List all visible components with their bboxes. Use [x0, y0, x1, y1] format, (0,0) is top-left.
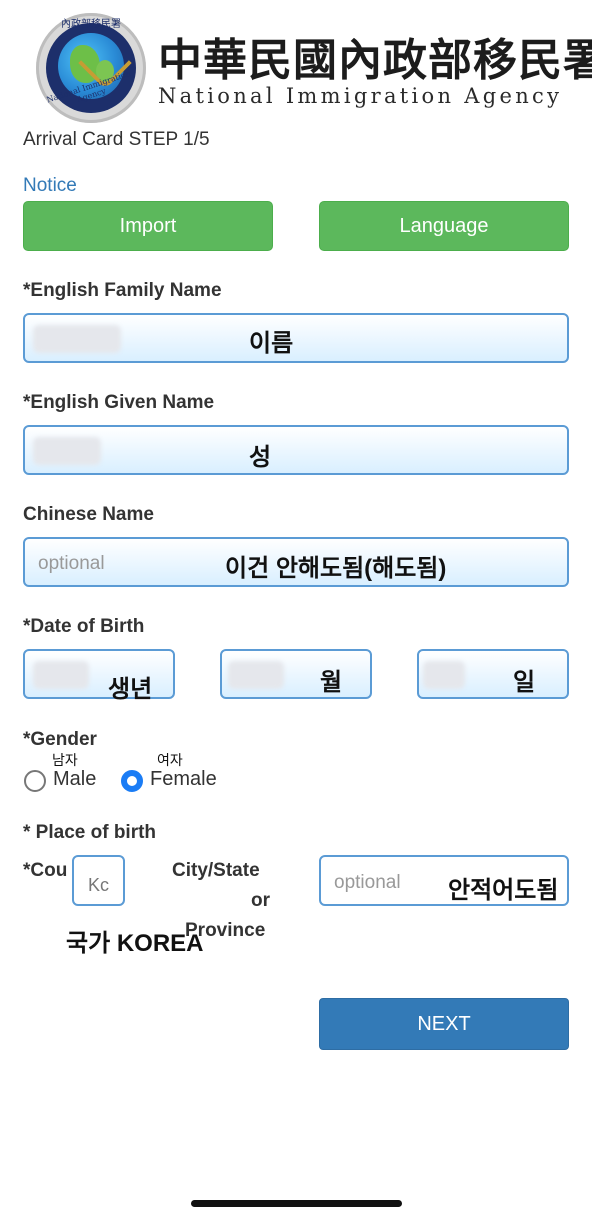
family-name-label: *English Family Name — [23, 280, 222, 301]
dob-year-annotation: 생년 — [108, 676, 153, 703]
given-name-label: *English Given Name — [23, 392, 215, 413]
family-name-input[interactable] — [23, 313, 569, 363]
dob-month-input[interactable] — [220, 649, 372, 699]
logo-text-top: 內政部移民署 — [61, 19, 121, 30]
dob-day-annotation: 일 — [513, 669, 536, 696]
city-annotation: 안적어도됨 — [448, 877, 559, 904]
step-indicator: Arrival Card STEP 1/5 — [23, 129, 210, 150]
home-indicator[interactable] — [191, 1200, 402, 1207]
gender-female-annotation: 여자 — [157, 752, 183, 768]
dob-label: *Date of Birth — [23, 616, 145, 637]
redacted-value — [423, 661, 465, 689]
country-annotation: 국가 KOREA — [66, 930, 204, 957]
gender-male-label[interactable]: Male — [53, 768, 96, 791]
city-label-line1: City/State — [172, 860, 260, 881]
redacted-value — [33, 325, 121, 353]
agency-name-en: National Immigration Agency — [158, 84, 563, 108]
family-name-annotation: 이름 — [249, 330, 294, 357]
gender-male-annotation: 남자 — [52, 752, 78, 768]
redacted-value — [33, 661, 89, 689]
given-name-input[interactable] — [23, 425, 569, 475]
country-value: Kc — [88, 875, 110, 895]
gender-female-label[interactable]: Female — [150, 768, 217, 791]
chinese-name-annotation: 이건 안해도됨(해도됨) — [225, 555, 447, 582]
language-button[interactable]: Language — [319, 201, 569, 251]
redacted-value — [33, 437, 101, 465]
given-name-annotation: 성 — [249, 444, 272, 471]
chinese-name-label: Chinese Name — [23, 504, 154, 525]
city-label-line2: or — [251, 890, 270, 911]
city-placeholder: optional — [334, 872, 401, 893]
gender-female-radio[interactable] — [121, 770, 143, 792]
dob-month-annotation: 월 — [320, 669, 343, 696]
dob-day-input[interactable] — [417, 649, 569, 699]
next-button[interactable]: NEXT — [319, 998, 569, 1050]
agency-name-zh: 中華民國內政部移民署 — [158, 35, 592, 86]
import-button[interactable]: Import — [23, 201, 273, 251]
chinese-name-placeholder: optional — [38, 553, 105, 574]
country-select[interactable]: Kc — [72, 855, 125, 906]
place-of-birth-label: * Place of birth — [23, 822, 157, 843]
gender-label: *Gender — [23, 729, 97, 750]
notice-link[interactable]: Notice — [23, 175, 77, 197]
gender-male-radio[interactable] — [24, 770, 46, 792]
country-label: *Cou — [23, 860, 68, 881]
dob-year-input[interactable] — [23, 649, 175, 699]
redacted-value — [228, 661, 284, 689]
